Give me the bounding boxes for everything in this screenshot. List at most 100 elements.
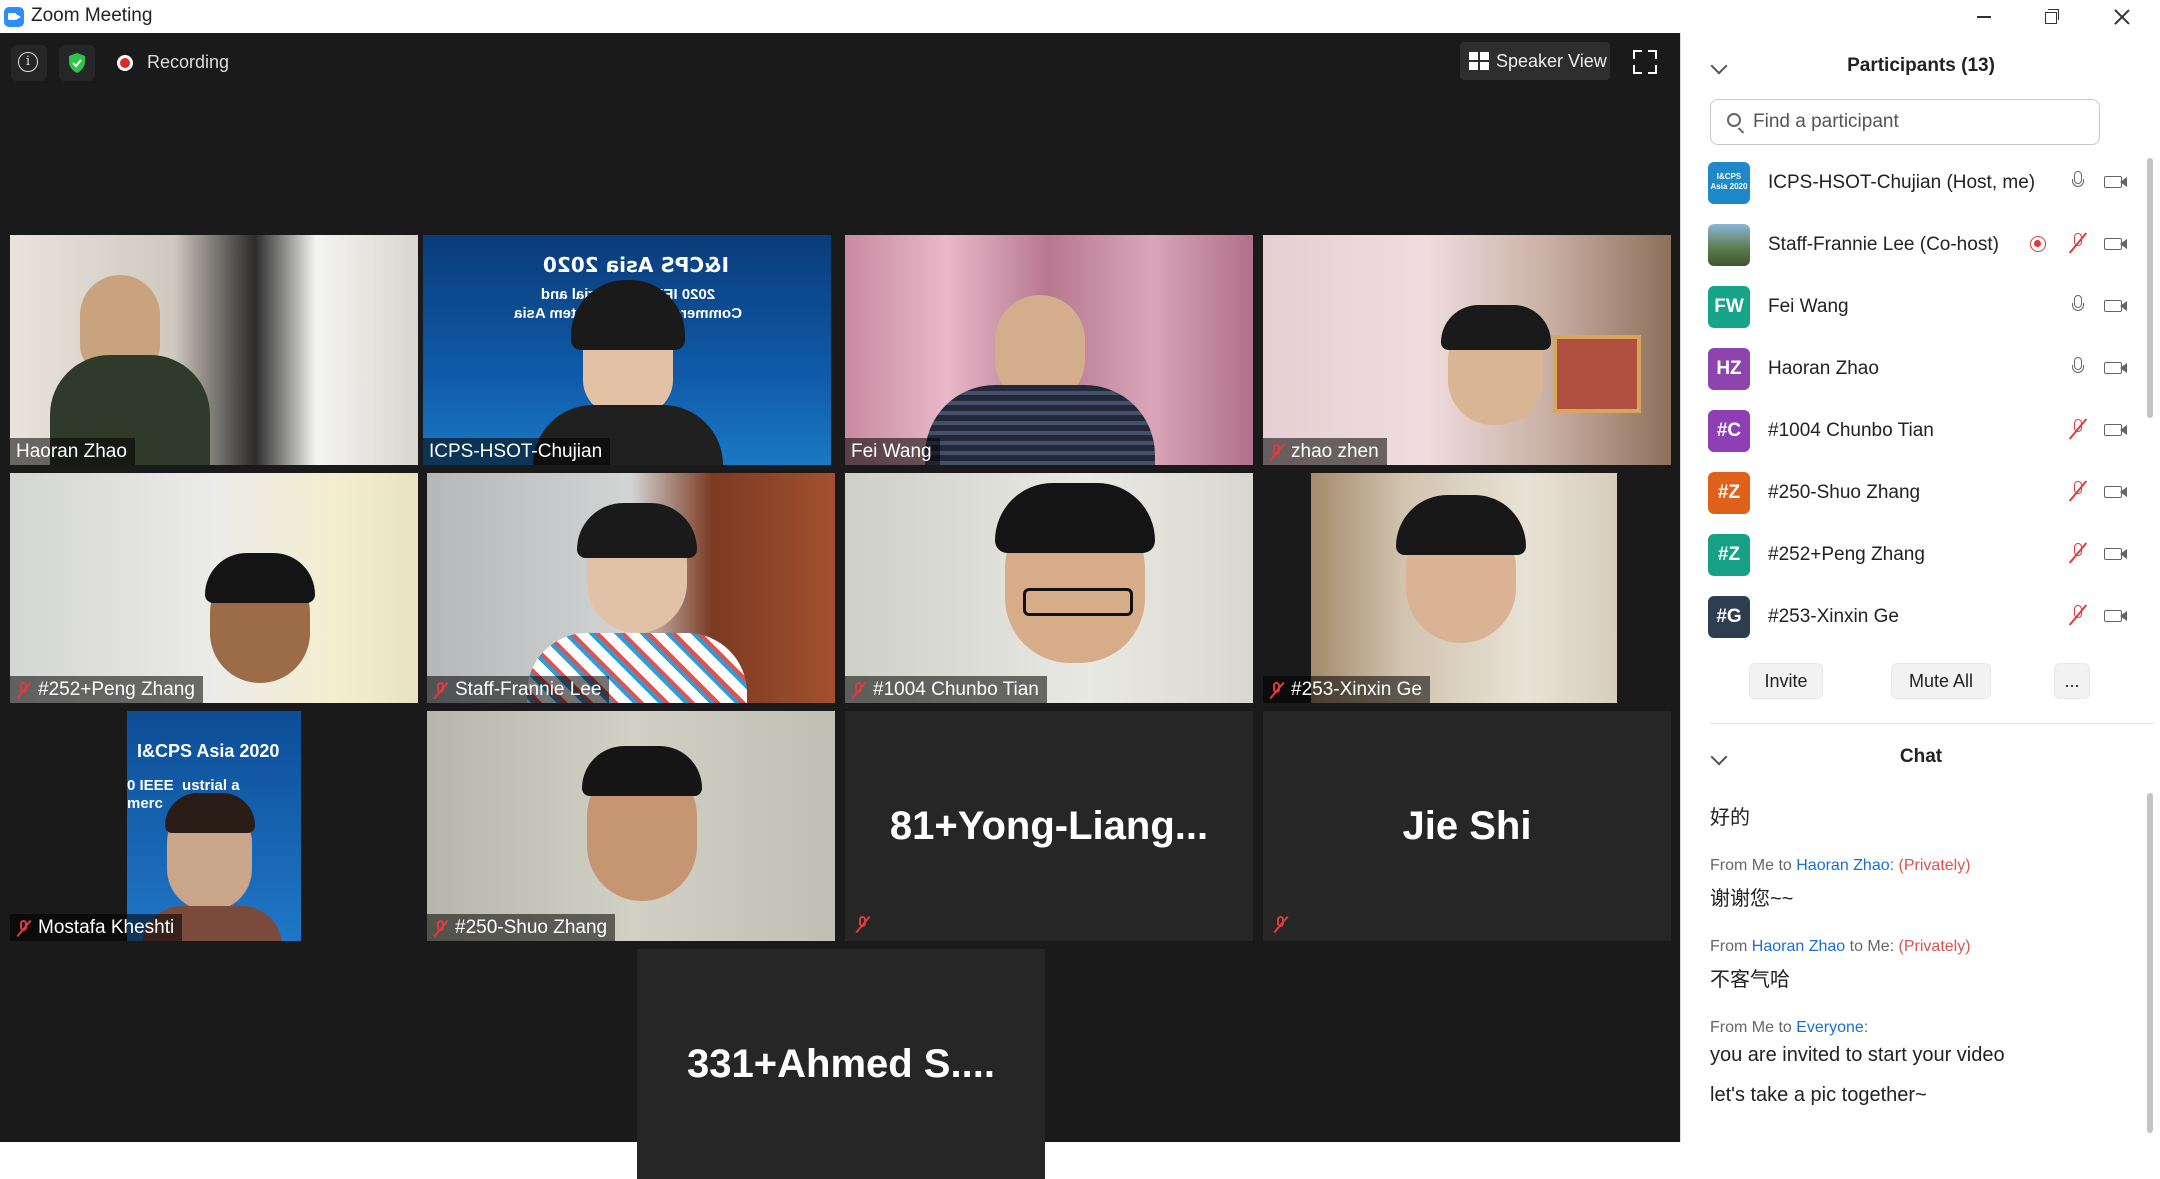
video-camera-icon[interactable] bbox=[2104, 238, 2127, 250]
participant-search[interactable] bbox=[1710, 99, 2100, 145]
avatar: #Z bbox=[1708, 534, 1750, 576]
participant-row[interactable]: HZ Haoran Zhao bbox=[1708, 343, 2128, 399]
mute-all-button[interactable]: Mute All bbox=[1891, 663, 1991, 699]
search-input[interactable] bbox=[1751, 110, 2085, 134]
video-camera-icon[interactable] bbox=[2104, 610, 2127, 622]
fullscreen-icon[interactable] bbox=[1633, 50, 1657, 74]
shield-icon bbox=[69, 53, 85, 73]
participant-row[interactable]: #C #1004 Chunbo Tian bbox=[1708, 405, 2128, 461]
chat-message: 好的 bbox=[1710, 807, 1750, 829]
zoom-app-icon bbox=[4, 7, 24, 27]
participant-row[interactable]: Staff-Frannie Lee (Co-host) bbox=[1708, 219, 2128, 275]
video-tile-no-video[interactable]: Jie Shi bbox=[1263, 711, 1671, 941]
banner-title: I&CPS Asia 2020 bbox=[543, 253, 729, 277]
participant-name-label: Fei Wang bbox=[845, 438, 940, 465]
chat-recipient-link[interactable]: Everyone bbox=[1796, 1019, 1864, 1036]
video-tile-active-speaker[interactable]: I&CPS Asia 2020 2020 IEEE Industrial and… bbox=[423, 235, 831, 465]
muted-mic-icon bbox=[433, 919, 449, 937]
participant-video bbox=[10, 235, 418, 465]
muted-mic-icon[interactable] bbox=[2070, 419, 2086, 441]
video-tile-no-video[interactable]: 81+Yong-Liang... bbox=[845, 711, 1253, 941]
avatar: #C bbox=[1708, 410, 1750, 452]
participant-display-name: 331+Ahmed S.... bbox=[687, 1041, 995, 1086]
minimize-icon[interactable] bbox=[1958, 0, 2008, 33]
video-camera-icon[interactable] bbox=[2104, 424, 2127, 436]
chat-message: let's take a pic together~ bbox=[1710, 1084, 1927, 1106]
muted-mic-icon[interactable] bbox=[2070, 481, 2086, 503]
participant-video bbox=[427, 711, 835, 941]
info-icon: i bbox=[18, 52, 38, 72]
participant-name-label: #250-Shuo Zhang bbox=[427, 914, 616, 941]
muted-mic-icon bbox=[433, 681, 449, 699]
video-tile[interactable]: #253-Xinxin Ge bbox=[1263, 473, 1671, 703]
chat-title: Chat bbox=[1899, 746, 1943, 767]
participant-row[interactable]: #G #253-Xinxin Ge bbox=[1708, 591, 2128, 647]
video-tile-no-video[interactable]: 331+Ahmed S.... bbox=[637, 949, 1045, 1179]
recording-icon bbox=[2030, 236, 2046, 252]
mic-icon[interactable] bbox=[2070, 171, 2086, 193]
video-tile[interactable]: #250-Shuo Zhang bbox=[427, 711, 835, 941]
security-button[interactable] bbox=[59, 45, 95, 81]
video-camera-icon[interactable] bbox=[2104, 486, 2127, 498]
grid-view-icon bbox=[1469, 52, 1489, 70]
video-tile[interactable]: #1004 Chunbo Tian bbox=[845, 473, 1253, 703]
participant-name-label: Staff-Frannie Lee bbox=[427, 676, 610, 703]
more-button[interactable]: ... bbox=[2054, 663, 2090, 699]
participant-video: I&CPS Asia 2020 2020 IEEE Industrial and… bbox=[423, 235, 831, 465]
muted-mic-icon bbox=[1269, 681, 1285, 699]
avatar: #G bbox=[1708, 596, 1750, 638]
avatar: #Z bbox=[1708, 472, 1750, 514]
muted-mic-icon[interactable] bbox=[2070, 605, 2086, 627]
participant-row[interactable]: FW Fei Wang bbox=[1708, 281, 2128, 337]
video-camera-icon[interactable] bbox=[2104, 548, 2127, 560]
video-tile[interactable]: zhao zhen bbox=[1263, 235, 1671, 465]
video-tile[interactable]: #252+Peng Zhang bbox=[10, 473, 418, 703]
participant-name-label: #253-Xinxin Ge bbox=[1263, 676, 1430, 703]
participant-video bbox=[845, 235, 1253, 465]
participant-row[interactable]: I&CPS Asia 2020 ICPS-HSOT-Chujian (Host,… bbox=[1708, 157, 2128, 213]
mic-icon[interactable] bbox=[2070, 357, 2086, 379]
muted-mic-icon bbox=[16, 919, 32, 937]
participant-video bbox=[1311, 473, 1617, 703]
speaker-view-button[interactable]: Speaker View bbox=[1460, 42, 1610, 80]
video-camera-icon[interactable] bbox=[2104, 362, 2127, 374]
meeting-info-button[interactable]: i bbox=[11, 45, 47, 81]
chat-recipient-link[interactable]: Haoran Zhao bbox=[1796, 857, 1889, 874]
participant-display-name: Jie Shi bbox=[1402, 803, 1532, 848]
window-title: Zoom Meeting bbox=[31, 5, 153, 26]
muted-mic-icon[interactable] bbox=[2070, 233, 2086, 255]
avatar: FW bbox=[1708, 286, 1750, 328]
chat-sender-link[interactable]: Haoran Zhao bbox=[1752, 938, 1845, 955]
close-icon[interactable] bbox=[2097, 0, 2147, 33]
chat-message: 不客气哈 bbox=[1710, 969, 1790, 991]
avatar: HZ bbox=[1708, 348, 1750, 390]
participant-name-label: zhao zhen bbox=[1263, 438, 1387, 465]
participants-scrollbar[interactable] bbox=[2147, 158, 2153, 418]
participant-row[interactable]: #Z #252+Peng Zhang bbox=[1708, 529, 2128, 585]
side-panel: Participants (13) I&CPS Asia 2020 ICPS-H… bbox=[1680, 33, 2160, 1142]
invite-button[interactable]: Invite bbox=[1749, 663, 1823, 699]
chat-scrollbar[interactable] bbox=[2147, 793, 2153, 1133]
video-camera-icon[interactable] bbox=[2104, 176, 2127, 188]
muted-mic-icon bbox=[1273, 915, 1289, 935]
restore-icon[interactable] bbox=[2027, 0, 2077, 33]
video-camera-icon[interactable] bbox=[2104, 300, 2127, 312]
avatar bbox=[1708, 224, 1750, 266]
participant-display-name: 81+Yong-Liang... bbox=[889, 803, 1209, 848]
participant-video bbox=[1263, 235, 1671, 465]
video-tile[interactable]: I&CPS Asia 2020 0 IEEE ustrial amerc Sys… bbox=[10, 711, 418, 941]
chat-message-header: From Haoran Zhao to Me: (Privately) bbox=[1710, 938, 1971, 955]
participant-video bbox=[10, 473, 418, 703]
divider bbox=[1710, 723, 2155, 724]
video-tile[interactable]: Staff-Frannie Lee bbox=[427, 473, 835, 703]
participant-name-label: #1004 Chunbo Tian bbox=[845, 676, 1047, 703]
video-tile[interactable]: Fei Wang bbox=[845, 235, 1253, 465]
participant-video bbox=[427, 473, 835, 703]
muted-mic-icon[interactable] bbox=[2070, 543, 2086, 565]
chat-message-header: From Me to Everyone: bbox=[1710, 1019, 1869, 1036]
video-tile[interactable]: Haoran Zhao bbox=[10, 235, 418, 465]
avatar: I&CPS Asia 2020 bbox=[1708, 162, 1750, 204]
participant-row[interactable]: #Z #250-Shuo Zhang bbox=[1708, 467, 2128, 523]
mic-icon[interactable] bbox=[2070, 295, 2086, 317]
title-bar: Zoom Meeting bbox=[0, 0, 2160, 33]
